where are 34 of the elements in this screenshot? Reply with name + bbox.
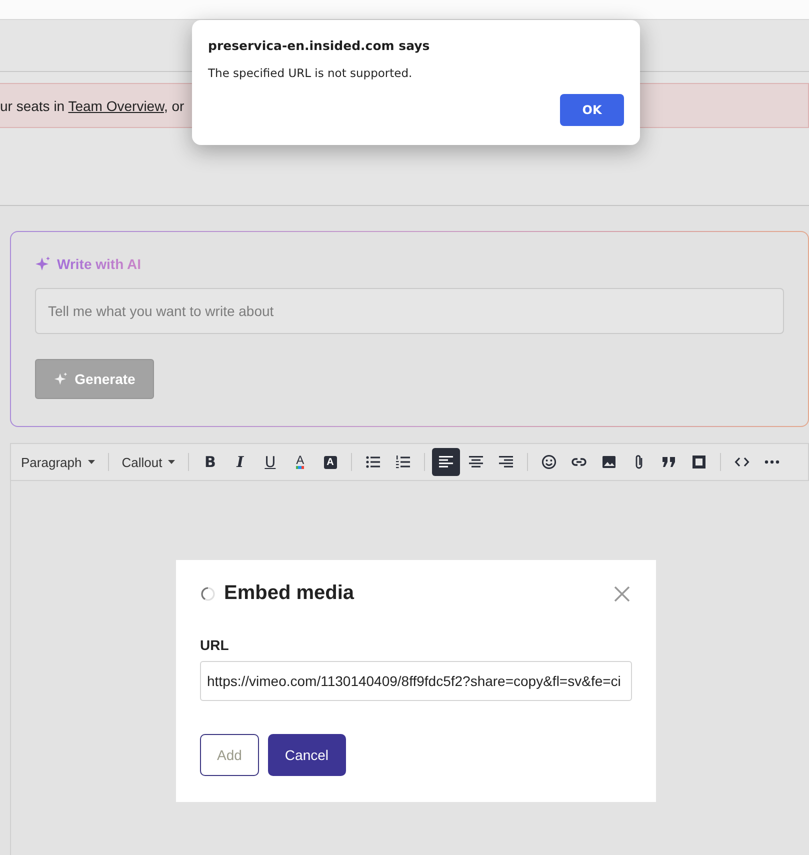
loading-spinner-icon — [200, 586, 216, 602]
align-left-button[interactable] — [432, 448, 460, 476]
format-dropdown[interactable]: Paragraph — [15, 448, 101, 476]
ok-button[interactable]: OK — [560, 94, 624, 126]
font-color-button[interactable]: A — [286, 448, 314, 476]
url-field[interactable]: https://vimeo.com/1130140409/8ff9fdc5f2?share=copy&fl=sv&fe=ci — [200, 661, 632, 701]
align-center-icon — [468, 454, 484, 470]
cancel-button[interactable]: Cancel — [268, 734, 346, 776]
alert-title: preservica-en.insided.com says — [208, 38, 431, 53]
align-right-icon — [498, 454, 514, 470]
numbered-list-icon — [395, 454, 412, 470]
highlight-button[interactable]: A — [316, 448, 344, 476]
notice-text: ur seats in Team Overview, or — [0, 98, 184, 114]
quote-icon — [661, 454, 678, 470]
alert-message: The specified URL is not supported. — [208, 66, 414, 80]
prompt-field[interactable]: Tell me what you want to write about — [35, 288, 784, 334]
close-icon[interactable] — [614, 586, 630, 602]
bullet-list-icon — [365, 454, 382, 470]
emoji-icon — [541, 454, 558, 470]
bold-button[interactable]: B — [196, 448, 224, 476]
italic-button[interactable]: I — [226, 448, 254, 476]
url-label: URL — [200, 637, 230, 653]
team-overview-link[interactable]: Team Overview — [68, 98, 164, 114]
ai-title: Write with AI — [57, 256, 141, 272]
format-dropdown[interactable]: Callout — [116, 448, 182, 476]
sparkle-icon — [35, 256, 51, 272]
square-icon — [691, 454, 708, 470]
dialog-title: Embed media — [224, 582, 356, 605]
sparkle-icon — [54, 372, 68, 386]
image-icon — [601, 454, 618, 470]
caret-icon — [168, 460, 176, 464]
align-left-icon — [438, 454, 454, 470]
underline-button[interactable]: U — [256, 448, 284, 476]
caret-icon — [88, 460, 95, 464]
